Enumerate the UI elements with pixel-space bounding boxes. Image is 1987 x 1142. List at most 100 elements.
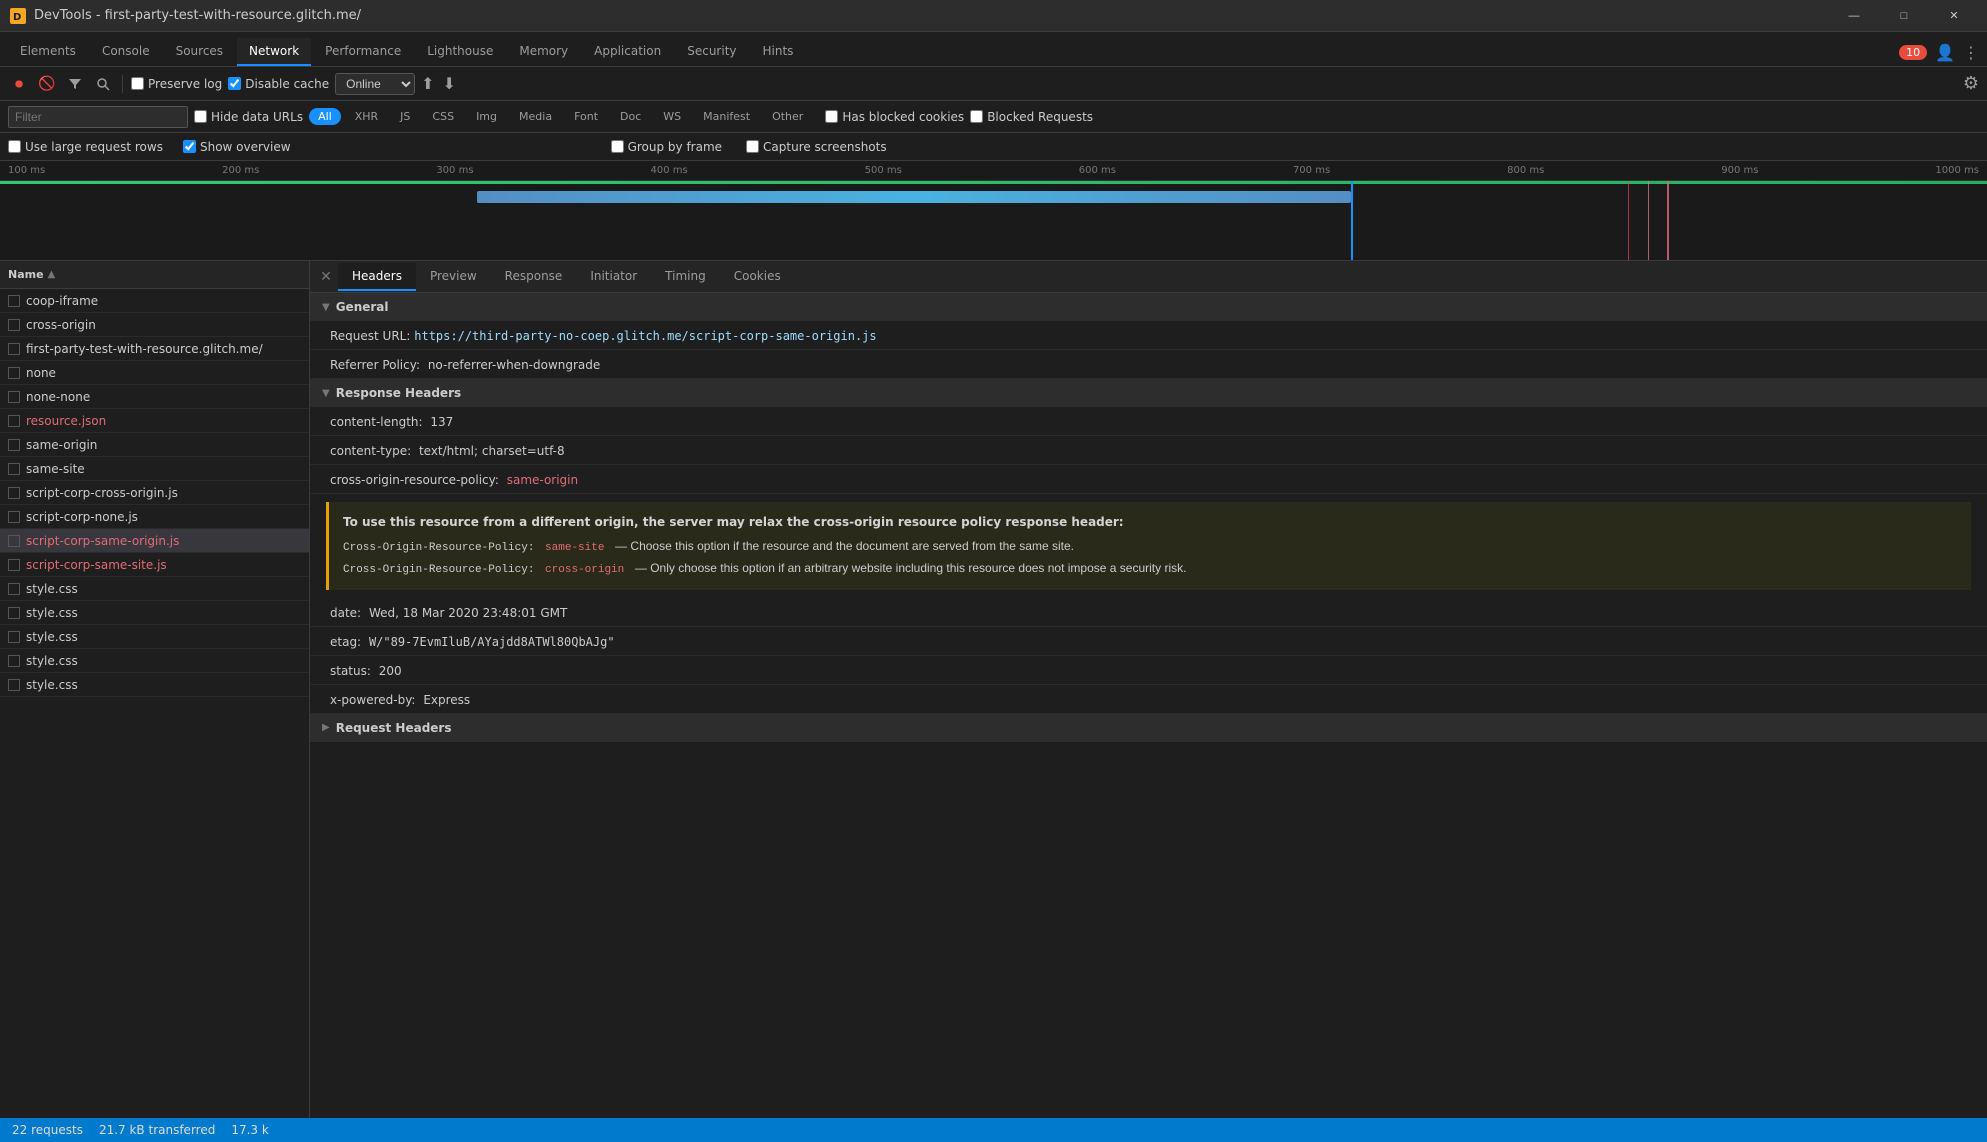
file-checkbox[interactable] bbox=[8, 463, 20, 475]
filter-media[interactable]: Media bbox=[511, 107, 560, 126]
list-item[interactable]: style.css bbox=[0, 625, 309, 649]
list-item[interactable]: style.css bbox=[0, 577, 309, 601]
close-panel-button[interactable]: ✕ bbox=[314, 265, 338, 289]
filter-other[interactable]: Other bbox=[764, 107, 811, 126]
timeline-graph[interactable] bbox=[0, 181, 1987, 261]
show-overview-checkbox[interactable] bbox=[183, 140, 196, 153]
list-item[interactable]: style.css bbox=[0, 673, 309, 697]
throttle-select[interactable]: Online Fast 3G Slow 3G Offline bbox=[335, 73, 415, 95]
file-checkbox[interactable] bbox=[8, 583, 20, 595]
list-item[interactable]: coop-iframe bbox=[0, 289, 309, 313]
error-badge[interactable]: 10 bbox=[1899, 45, 1927, 60]
record-button[interactable]: ⏺ bbox=[8, 73, 30, 95]
file-checkbox[interactable] bbox=[8, 391, 20, 403]
tab-console[interactable]: Console bbox=[90, 38, 162, 66]
response-headers-section[interactable]: ▼ Response Headers bbox=[310, 379, 1987, 407]
list-item[interactable]: style.css bbox=[0, 649, 309, 673]
has-blocked-cookies-label[interactable]: Has blocked cookies bbox=[825, 110, 964, 124]
filter-all[interactable]: All bbox=[309, 108, 341, 125]
list-item[interactable]: none-none bbox=[0, 385, 309, 409]
general-section-header[interactable]: ▼ General bbox=[310, 293, 1987, 321]
search-icon[interactable] bbox=[92, 73, 114, 95]
file-checkbox[interactable] bbox=[8, 367, 20, 379]
list-item[interactable]: resource.json bbox=[0, 409, 309, 433]
tab-memory[interactable]: Memory bbox=[507, 38, 580, 66]
list-item[interactable]: same-site bbox=[0, 457, 309, 481]
large-rows-label[interactable]: Use large request rows bbox=[8, 140, 163, 154]
list-item[interactable]: none bbox=[0, 361, 309, 385]
file-checkbox[interactable] bbox=[8, 343, 20, 355]
list-item[interactable]: cross-origin bbox=[0, 313, 309, 337]
tab-sources[interactable]: Sources bbox=[164, 38, 235, 66]
filter-img[interactable]: Img bbox=[468, 107, 505, 126]
list-item[interactable]: script-corp-same-site.js bbox=[0, 553, 309, 577]
filter-ws[interactable]: WS bbox=[655, 107, 689, 126]
file-checkbox[interactable] bbox=[8, 487, 20, 499]
stop-button[interactable]: 🚫 bbox=[36, 73, 58, 95]
blocked-requests-label[interactable]: Blocked Requests bbox=[970, 110, 1093, 124]
tab-performance[interactable]: Performance bbox=[313, 38, 413, 66]
show-overview-label[interactable]: Show overview bbox=[183, 140, 291, 154]
list-item[interactable]: same-origin bbox=[0, 433, 309, 457]
tab-timing[interactable]: Timing bbox=[651, 263, 720, 291]
file-checkbox[interactable] bbox=[8, 319, 20, 331]
minimize-button[interactable]: — bbox=[1831, 0, 1877, 32]
file-checkbox[interactable] bbox=[8, 607, 20, 619]
file-checkbox[interactable] bbox=[8, 535, 20, 547]
tab-hints[interactable]: Hints bbox=[751, 38, 806, 66]
tab-cookies[interactable]: Cookies bbox=[720, 263, 795, 291]
upload-icon[interactable]: ⬆ bbox=[421, 74, 434, 93]
list-item[interactable]: style.css bbox=[0, 601, 309, 625]
maximize-button[interactable]: □ bbox=[1881, 0, 1927, 32]
request-headers-section[interactable]: ▶ Request Headers bbox=[310, 714, 1987, 742]
tab-network[interactable]: Network bbox=[237, 38, 311, 66]
list-item[interactable]: script-corp-cross-origin.js bbox=[0, 481, 309, 505]
disable-cache-label[interactable]: Disable cache bbox=[228, 77, 329, 91]
tab-security[interactable]: Security bbox=[675, 38, 748, 66]
hide-data-urls-checkbox[interactable] bbox=[194, 110, 207, 123]
filter-manifest[interactable]: Manifest bbox=[695, 107, 758, 126]
disable-cache-checkbox[interactable] bbox=[228, 77, 241, 90]
file-checkbox[interactable] bbox=[8, 415, 20, 427]
file-checkbox[interactable] bbox=[8, 511, 20, 523]
preserve-log-label[interactable]: Preserve log bbox=[131, 77, 222, 91]
file-checkbox[interactable] bbox=[8, 295, 20, 307]
list-item-selected[interactable]: script-corp-same-origin.js bbox=[0, 529, 309, 553]
has-blocked-cookies-checkbox[interactable] bbox=[825, 110, 838, 123]
capture-screenshots-label[interactable]: Capture screenshots bbox=[746, 140, 887, 154]
tab-headers[interactable]: Headers bbox=[338, 263, 416, 291]
filter-js[interactable]: JS bbox=[392, 107, 418, 126]
filter-xhr[interactable]: XHR bbox=[347, 107, 386, 126]
filter-doc[interactable]: Doc bbox=[612, 107, 649, 126]
tab-response[interactable]: Response bbox=[491, 263, 577, 291]
hide-data-urls-label[interactable]: Hide data URLs bbox=[194, 110, 303, 124]
filter-font[interactable]: Font bbox=[566, 107, 606, 126]
tab-preview[interactable]: Preview bbox=[416, 263, 491, 291]
download-icon[interactable]: ⬇ bbox=[443, 74, 456, 93]
large-rows-checkbox[interactable] bbox=[8, 140, 21, 153]
group-by-frame-checkbox[interactable] bbox=[611, 140, 624, 153]
list-item[interactable]: script-corp-none.js bbox=[0, 505, 309, 529]
settings-icon[interactable]: ⚙ bbox=[1963, 73, 1979, 94]
file-checkbox[interactable] bbox=[8, 679, 20, 691]
filter-input[interactable] bbox=[8, 106, 188, 128]
preserve-log-checkbox[interactable] bbox=[131, 77, 144, 90]
file-checkbox[interactable] bbox=[8, 655, 20, 667]
list-item[interactable]: first-party-test-with-resource.glitch.me… bbox=[0, 337, 309, 361]
filter-icon[interactable] bbox=[64, 73, 86, 95]
tab-elements[interactable]: Elements bbox=[8, 38, 88, 66]
file-checkbox[interactable] bbox=[8, 631, 20, 643]
tab-lighthouse[interactable]: Lighthouse bbox=[415, 38, 505, 66]
capture-screenshots-checkbox[interactable] bbox=[746, 140, 759, 153]
tab-application[interactable]: Application bbox=[582, 38, 673, 66]
blocked-requests-checkbox[interactable] bbox=[970, 110, 983, 123]
file-checkbox[interactable] bbox=[8, 559, 20, 571]
close-button[interactable]: ✕ bbox=[1931, 0, 1977, 32]
user-icon[interactable]: 👤 bbox=[1935, 43, 1955, 62]
filter-css[interactable]: CSS bbox=[424, 107, 462, 126]
timeline-container[interactable]: 100 ms 200 ms 300 ms 400 ms 500 ms 600 m… bbox=[0, 161, 1987, 261]
file-checkbox[interactable] bbox=[8, 439, 20, 451]
group-by-frame-label[interactable]: Group by frame bbox=[611, 140, 722, 154]
more-options-icon[interactable]: ⋮ bbox=[1963, 43, 1979, 62]
tab-initiator[interactable]: Initiator bbox=[576, 263, 651, 291]
